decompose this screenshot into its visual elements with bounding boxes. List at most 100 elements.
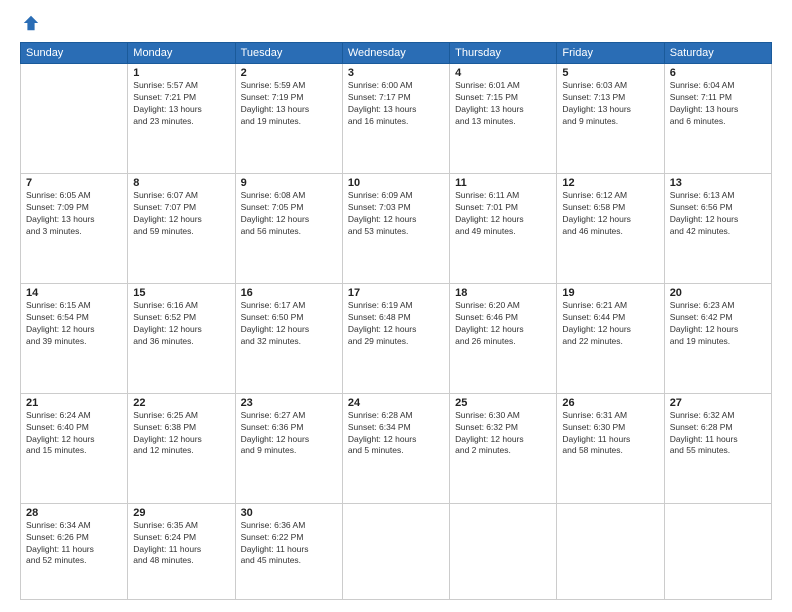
day-number: 18: [455, 287, 551, 299]
day-info: Sunrise: 6:17 AMSunset: 6:50 PMDaylight:…: [241, 300, 337, 348]
day-number: 17: [348, 287, 444, 299]
calendar-cell: 26Sunrise: 6:31 AMSunset: 6:30 PMDayligh…: [557, 393, 664, 503]
day-number: 23: [241, 397, 337, 409]
day-info: Sunrise: 6:25 AMSunset: 6:38 PMDaylight:…: [133, 410, 229, 458]
calendar-cell: 22Sunrise: 6:25 AMSunset: 6:38 PMDayligh…: [128, 393, 235, 503]
day-number: 19: [562, 287, 658, 299]
day-info: Sunrise: 6:11 AMSunset: 7:01 PMDaylight:…: [455, 190, 551, 238]
calendar-cell: [450, 503, 557, 599]
calendar-cell: 15Sunrise: 6:16 AMSunset: 6:52 PMDayligh…: [128, 283, 235, 393]
page: SundayMondayTuesdayWednesdayThursdayFrid…: [0, 0, 792, 612]
day-info: Sunrise: 6:23 AMSunset: 6:42 PMDaylight:…: [670, 300, 766, 348]
weekday-header-friday: Friday: [557, 43, 664, 64]
calendar-cell: 19Sunrise: 6:21 AMSunset: 6:44 PMDayligh…: [557, 283, 664, 393]
day-info: Sunrise: 6:28 AMSunset: 6:34 PMDaylight:…: [348, 410, 444, 458]
calendar-cell: 4Sunrise: 6:01 AMSunset: 7:15 PMDaylight…: [450, 64, 557, 174]
calendar-cell: 23Sunrise: 6:27 AMSunset: 6:36 PMDayligh…: [235, 393, 342, 503]
day-number: 6: [670, 67, 766, 79]
day-info: Sunrise: 6:31 AMSunset: 6:30 PMDaylight:…: [562, 410, 658, 458]
calendar-cell: 17Sunrise: 6:19 AMSunset: 6:48 PMDayligh…: [342, 283, 449, 393]
calendar-cell: 3Sunrise: 6:00 AMSunset: 7:17 PMDaylight…: [342, 64, 449, 174]
header: [20, 16, 772, 34]
day-number: 4: [455, 67, 551, 79]
day-number: 2: [241, 67, 337, 79]
calendar-cell: [21, 64, 128, 174]
day-number: 27: [670, 397, 766, 409]
day-number: 9: [241, 177, 337, 189]
day-info: Sunrise: 6:27 AMSunset: 6:36 PMDaylight:…: [241, 410, 337, 458]
day-number: 8: [133, 177, 229, 189]
day-info: Sunrise: 6:07 AMSunset: 7:07 PMDaylight:…: [133, 190, 229, 238]
day-info: Sunrise: 6:30 AMSunset: 6:32 PMDaylight:…: [455, 410, 551, 458]
calendar-cell: 24Sunrise: 6:28 AMSunset: 6:34 PMDayligh…: [342, 393, 449, 503]
calendar-cell: 18Sunrise: 6:20 AMSunset: 6:46 PMDayligh…: [450, 283, 557, 393]
weekday-header-thursday: Thursday: [450, 43, 557, 64]
calendar-cell: 25Sunrise: 6:30 AMSunset: 6:32 PMDayligh…: [450, 393, 557, 503]
day-number: 15: [133, 287, 229, 299]
day-number: 28: [26, 507, 122, 519]
day-number: 29: [133, 507, 229, 519]
calendar-cell: 7Sunrise: 6:05 AMSunset: 7:09 PMDaylight…: [21, 173, 128, 283]
calendar-cell: [664, 503, 771, 599]
day-number: 16: [241, 287, 337, 299]
day-info: Sunrise: 6:24 AMSunset: 6:40 PMDaylight:…: [26, 410, 122, 458]
calendar-cell: 11Sunrise: 6:11 AMSunset: 7:01 PMDayligh…: [450, 173, 557, 283]
calendar-cell: 21Sunrise: 6:24 AMSunset: 6:40 PMDayligh…: [21, 393, 128, 503]
day-number: 24: [348, 397, 444, 409]
day-info: Sunrise: 6:01 AMSunset: 7:15 PMDaylight:…: [455, 80, 551, 128]
day-number: 3: [348, 67, 444, 79]
day-info: Sunrise: 5:59 AMSunset: 7:19 PMDaylight:…: [241, 80, 337, 128]
weekday-header-saturday: Saturday: [664, 43, 771, 64]
day-info: Sunrise: 6:04 AMSunset: 7:11 PMDaylight:…: [670, 80, 766, 128]
day-number: 21: [26, 397, 122, 409]
weekday-header-row: SundayMondayTuesdayWednesdayThursdayFrid…: [21, 43, 772, 64]
calendar-cell: 16Sunrise: 6:17 AMSunset: 6:50 PMDayligh…: [235, 283, 342, 393]
day-number: 26: [562, 397, 658, 409]
logo: [20, 16, 40, 34]
day-number: 22: [133, 397, 229, 409]
calendar-table: SundayMondayTuesdayWednesdayThursdayFrid…: [20, 42, 772, 600]
day-info: Sunrise: 6:15 AMSunset: 6:54 PMDaylight:…: [26, 300, 122, 348]
day-info: Sunrise: 6:03 AMSunset: 7:13 PMDaylight:…: [562, 80, 658, 128]
day-info: Sunrise: 6:00 AMSunset: 7:17 PMDaylight:…: [348, 80, 444, 128]
calendar-cell: 6Sunrise: 6:04 AMSunset: 7:11 PMDaylight…: [664, 64, 771, 174]
calendar-cell: 30Sunrise: 6:36 AMSunset: 6:22 PMDayligh…: [235, 503, 342, 599]
weekday-header-sunday: Sunday: [21, 43, 128, 64]
calendar-cell: 29Sunrise: 6:35 AMSunset: 6:24 PMDayligh…: [128, 503, 235, 599]
day-info: Sunrise: 6:34 AMSunset: 6:26 PMDaylight:…: [26, 520, 122, 568]
calendar-cell: 20Sunrise: 6:23 AMSunset: 6:42 PMDayligh…: [664, 283, 771, 393]
day-info: Sunrise: 6:20 AMSunset: 6:46 PMDaylight:…: [455, 300, 551, 348]
day-info: Sunrise: 5:57 AMSunset: 7:21 PMDaylight:…: [133, 80, 229, 128]
day-info: Sunrise: 6:21 AMSunset: 6:44 PMDaylight:…: [562, 300, 658, 348]
day-number: 7: [26, 177, 122, 189]
calendar-cell: 13Sunrise: 6:13 AMSunset: 6:56 PMDayligh…: [664, 173, 771, 283]
day-number: 11: [455, 177, 551, 189]
day-info: Sunrise: 6:05 AMSunset: 7:09 PMDaylight:…: [26, 190, 122, 238]
day-info: Sunrise: 6:08 AMSunset: 7:05 PMDaylight:…: [241, 190, 337, 238]
calendar-cell: 5Sunrise: 6:03 AMSunset: 7:13 PMDaylight…: [557, 64, 664, 174]
day-number: 14: [26, 287, 122, 299]
weekday-header-monday: Monday: [128, 43, 235, 64]
calendar-cell: 27Sunrise: 6:32 AMSunset: 6:28 PMDayligh…: [664, 393, 771, 503]
day-info: Sunrise: 6:35 AMSunset: 6:24 PMDaylight:…: [133, 520, 229, 568]
calendar-cell: [557, 503, 664, 599]
day-info: Sunrise: 6:13 AMSunset: 6:56 PMDaylight:…: [670, 190, 766, 238]
calendar-cell: 9Sunrise: 6:08 AMSunset: 7:05 PMDaylight…: [235, 173, 342, 283]
calendar-cell: [342, 503, 449, 599]
logo-icon: [22, 14, 40, 32]
day-number: 13: [670, 177, 766, 189]
day-number: 10: [348, 177, 444, 189]
calendar-cell: 8Sunrise: 6:07 AMSunset: 7:07 PMDaylight…: [128, 173, 235, 283]
day-info: Sunrise: 6:36 AMSunset: 6:22 PMDaylight:…: [241, 520, 337, 568]
weekday-header-wednesday: Wednesday: [342, 43, 449, 64]
calendar-cell: 2Sunrise: 5:59 AMSunset: 7:19 PMDaylight…: [235, 64, 342, 174]
weekday-header-tuesday: Tuesday: [235, 43, 342, 64]
calendar-cell: 28Sunrise: 6:34 AMSunset: 6:26 PMDayligh…: [21, 503, 128, 599]
day-number: 1: [133, 67, 229, 79]
calendar-cell: 12Sunrise: 6:12 AMSunset: 6:58 PMDayligh…: [557, 173, 664, 283]
calendar-week-5: 28Sunrise: 6:34 AMSunset: 6:26 PMDayligh…: [21, 503, 772, 599]
day-number: 5: [562, 67, 658, 79]
day-info: Sunrise: 6:32 AMSunset: 6:28 PMDaylight:…: [670, 410, 766, 458]
calendar-week-1: 1Sunrise: 5:57 AMSunset: 7:21 PMDaylight…: [21, 64, 772, 174]
day-number: 30: [241, 507, 337, 519]
